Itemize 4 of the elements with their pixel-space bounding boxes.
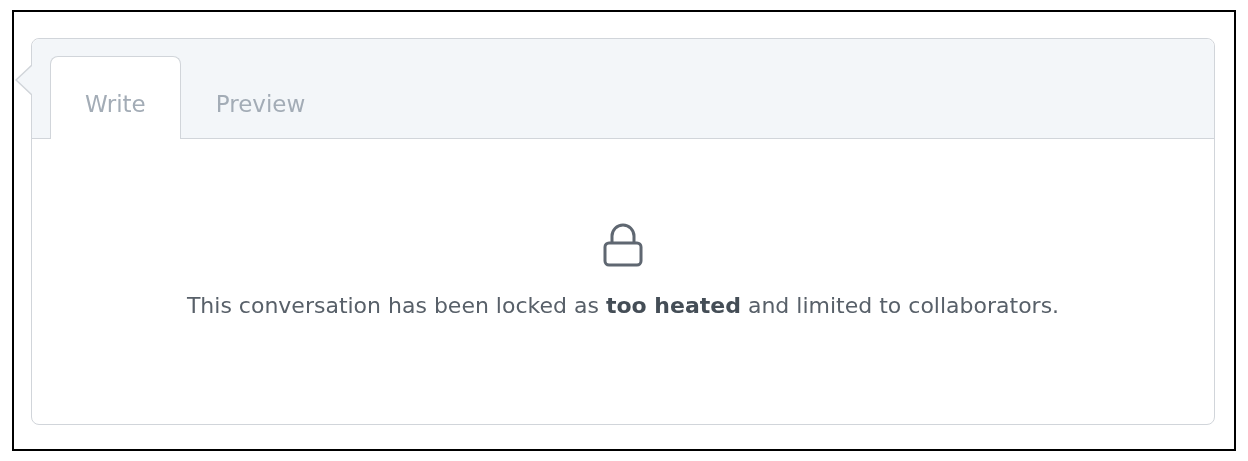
tab[interactable]: Write: [50, 56, 181, 139]
lock-icon: [603, 223, 643, 267]
locked-message: This conversation has been locked as too heated and limited to collaborators.: [186, 293, 1060, 318]
tab[interactable]: Preview: [180, 56, 341, 139]
